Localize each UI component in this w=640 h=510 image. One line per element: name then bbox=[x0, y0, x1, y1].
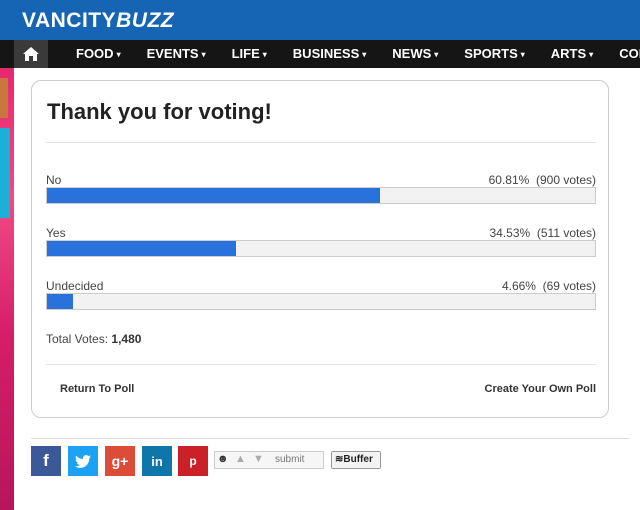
buffer-label: Buffer bbox=[343, 454, 373, 465]
twitter-icon bbox=[75, 454, 91, 468]
nav-item-events[interactable]: EVENTS ▾ bbox=[147, 40, 206, 68]
poll-results-card: Thank you for voting! No 60.81% (900 vot… bbox=[31, 80, 609, 418]
nav-item-contact[interactable]: CONT bbox=[619, 40, 640, 68]
chevron-down-icon: ▾ bbox=[362, 50, 367, 59]
answer-result: 60.81% (900 votes) bbox=[488, 173, 596, 187]
facebook-share-button[interactable]: f bbox=[31, 446, 61, 476]
chevron-down-icon: ▾ bbox=[589, 50, 594, 59]
divider bbox=[46, 142, 596, 143]
chevron-down-icon: ▾ bbox=[262, 50, 267, 59]
reddit-icon: ☻ bbox=[217, 453, 229, 465]
site-logo[interactable]: VANCITYBUZZ bbox=[22, 9, 174, 33]
nav-item-business[interactable]: BUSINESS ▾ bbox=[293, 40, 366, 68]
answer-result: 34.53% (511 votes) bbox=[489, 226, 596, 240]
answer-result: 4.66% (69 votes) bbox=[501, 279, 596, 293]
buffer-share-button[interactable]: ≋Buffer bbox=[331, 451, 381, 469]
chevron-down-icon: ▾ bbox=[434, 50, 439, 59]
artwork-shape bbox=[0, 128, 10, 218]
result-bar-fill bbox=[47, 241, 237, 256]
result-bar-fill bbox=[47, 294, 73, 309]
reddit-submit-widget[interactable]: ☻ ▲ ▼ submit bbox=[214, 451, 324, 469]
total-votes: Total Votes: 1,480 bbox=[46, 332, 142, 346]
upvote-icon[interactable]: ▲ bbox=[235, 453, 246, 465]
nav-item-news[interactable]: NEWS ▾ bbox=[392, 40, 438, 68]
site-header: VANCITYBUZZ bbox=[0, 0, 640, 40]
linkedin-share-button[interactable]: in bbox=[142, 446, 172, 476]
total-votes-value: 1,480 bbox=[111, 332, 142, 346]
return-to-poll-link[interactable]: Return To Poll bbox=[60, 383, 134, 395]
chevron-down-icon: ▾ bbox=[520, 50, 525, 59]
result-bar bbox=[46, 293, 596, 310]
poll-answer: No 60.81% (900 votes) bbox=[46, 173, 596, 213]
nav-items: FOOD ▾ EVENTS ▾ LIFE ▾ BUSINESS ▾ NEWS ▾ SPOR… bbox=[76, 40, 640, 68]
home-button[interactable] bbox=[14, 40, 48, 68]
pinterest-icon: p bbox=[189, 454, 197, 468]
downvote-icon[interactable]: ▼ bbox=[253, 453, 264, 465]
twitter-share-button[interactable] bbox=[68, 446, 98, 476]
result-bar-fill bbox=[47, 188, 381, 203]
result-bar bbox=[46, 240, 596, 257]
divider bbox=[31, 438, 629, 439]
nav-item-sports[interactable]: SPORTS ▾ bbox=[464, 40, 524, 68]
linkedin-icon: in bbox=[151, 453, 163, 469]
reddit-submit-link[interactable]: submit bbox=[275, 454, 304, 465]
artwork-shape bbox=[0, 78, 8, 118]
poll-title: Thank you for voting! bbox=[47, 99, 272, 124]
answer-label: No bbox=[46, 173, 62, 187]
poll-answer: Undecided 4.66% (69 votes) bbox=[46, 279, 596, 319]
result-bar bbox=[46, 187, 596, 204]
chevron-down-icon: ▾ bbox=[116, 50, 121, 59]
facebook-icon: f bbox=[43, 451, 49, 470]
answer-label: Undecided bbox=[46, 279, 104, 293]
main-nav: FOOD ▾ EVENTS ▾ LIFE ▾ BUSINESS ▾ NEWS ▾ SPOR… bbox=[0, 40, 640, 68]
nav-item-food[interactable]: FOOD ▾ bbox=[76, 40, 121, 68]
create-poll-link[interactable]: Create Your Own Poll bbox=[485, 383, 596, 395]
google-plus-share-button[interactable]: g+ bbox=[105, 446, 135, 476]
nav-item-arts[interactable]: ARTS ▾ bbox=[551, 40, 593, 68]
side-artwork bbox=[0, 68, 14, 510]
pinterest-share-button[interactable]: p bbox=[178, 446, 208, 476]
poll-answer: Yes 34.53% (511 votes) bbox=[46, 226, 596, 266]
divider bbox=[46, 364, 596, 365]
logo-text: VANCITY bbox=[22, 9, 117, 32]
home-icon bbox=[23, 47, 39, 61]
answer-label: Yes bbox=[46, 226, 66, 240]
nav-item-life[interactable]: LIFE ▾ bbox=[232, 40, 267, 68]
chevron-down-icon: ▾ bbox=[201, 50, 206, 59]
logo-accent: BUZZ bbox=[116, 9, 175, 32]
google-plus-icon: g+ bbox=[111, 453, 129, 469]
